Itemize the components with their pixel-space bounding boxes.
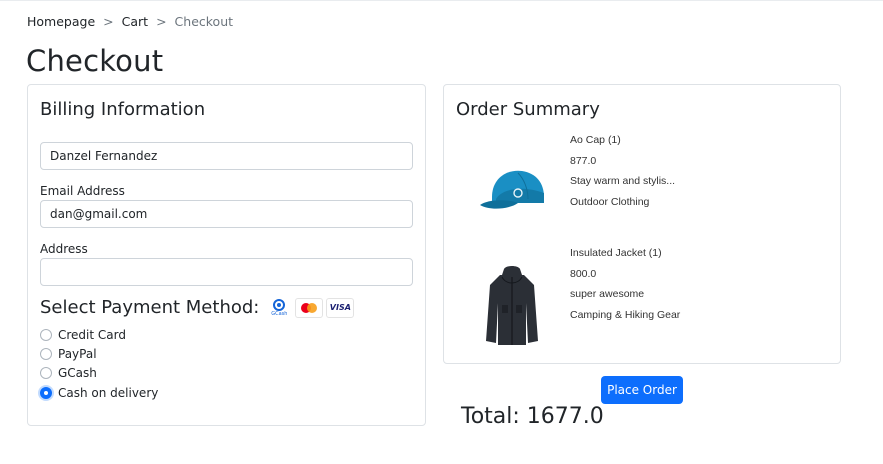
payment-option-label: PayPal	[58, 347, 97, 361]
item-name: Insulated Jacket (1)	[570, 247, 662, 259]
order-summary-heading: Order Summary	[456, 99, 600, 120]
item-name: Ao Cap (1)	[570, 134, 621, 146]
address-field[interactable]	[40, 258, 413, 286]
radio-button[interactable]	[40, 329, 52, 341]
breadcrumb-homepage-link[interactable]: Homepage	[27, 14, 95, 29]
payment-method-header: Select Payment Method: GCash VISA	[40, 297, 355, 318]
payment-option-cash-on-delivery[interactable]: Cash on delivery	[40, 386, 158, 400]
gcash-logo-text: GCash	[271, 310, 288, 317]
order-item: Ao Cap (1) 877.0 Stay warm and stylis...…	[570, 130, 675, 213]
email-field[interactable]	[40, 200, 413, 228]
breadcrumb-cart-link[interactable]: Cart	[122, 14, 148, 29]
item-category: Outdoor Clothing	[570, 196, 650, 209]
payment-heading: Select Payment Method:	[40, 297, 260, 318]
item-category: Camping & Hiking Gear	[570, 309, 681, 322]
visa-logo-icon: VISA	[326, 297, 355, 318]
breadcrumb-current: Checkout	[174, 14, 234, 29]
mastercard-logo-icon	[295, 297, 324, 318]
place-order-button[interactable]: Place Order	[601, 376, 683, 404]
breadcrumb: Homepage > Cart > Checkout	[27, 14, 233, 29]
item-price: 800.0	[570, 267, 597, 280]
radio-button[interactable]	[40, 348, 52, 360]
address-label: Address	[40, 242, 88, 256]
payment-option-label: Cash on delivery	[58, 386, 159, 400]
item-description: super awesome	[570, 288, 645, 301]
billing-heading: Billing Information	[40, 99, 206, 120]
email-label: Email Address	[40, 184, 125, 198]
payment-option-gcash[interactable]: GCash	[40, 366, 97, 380]
radio-button[interactable]	[40, 367, 52, 379]
page-title: Checkout	[26, 44, 164, 78]
payment-option-label: GCash	[58, 366, 97, 380]
item-price: 877.0	[570, 154, 597, 167]
item-description: Stay warm and stylis...	[570, 175, 676, 188]
blue-cap-image	[480, 170, 544, 209]
order-total: Total: 1677.0	[461, 404, 604, 429]
payment-option-credit-card[interactable]: Credit Card	[40, 328, 126, 342]
gcash-logo-icon: GCash	[266, 297, 293, 318]
breadcrumb-separator: >	[156, 14, 167, 29]
radio-button-checked[interactable]	[40, 387, 52, 399]
billing-card: Billing Information Email Address Addres…	[27, 84, 426, 426]
payment-option-label: Credit Card	[58, 328, 126, 342]
top-border	[0, 0, 883, 1]
visa-logo-text: VISA	[329, 303, 351, 312]
black-jacket-image	[486, 266, 538, 345]
name-field[interactable]	[40, 142, 413, 170]
payment-option-paypal[interactable]: PayPal	[40, 347, 97, 361]
order-summary-card: Order Summary Ao Cap (1) 877.0 Stay warm…	[443, 84, 841, 364]
breadcrumb-separator: >	[103, 14, 114, 29]
order-item: Insulated Jacket (1) 800.0 super awesome…	[570, 243, 680, 326]
